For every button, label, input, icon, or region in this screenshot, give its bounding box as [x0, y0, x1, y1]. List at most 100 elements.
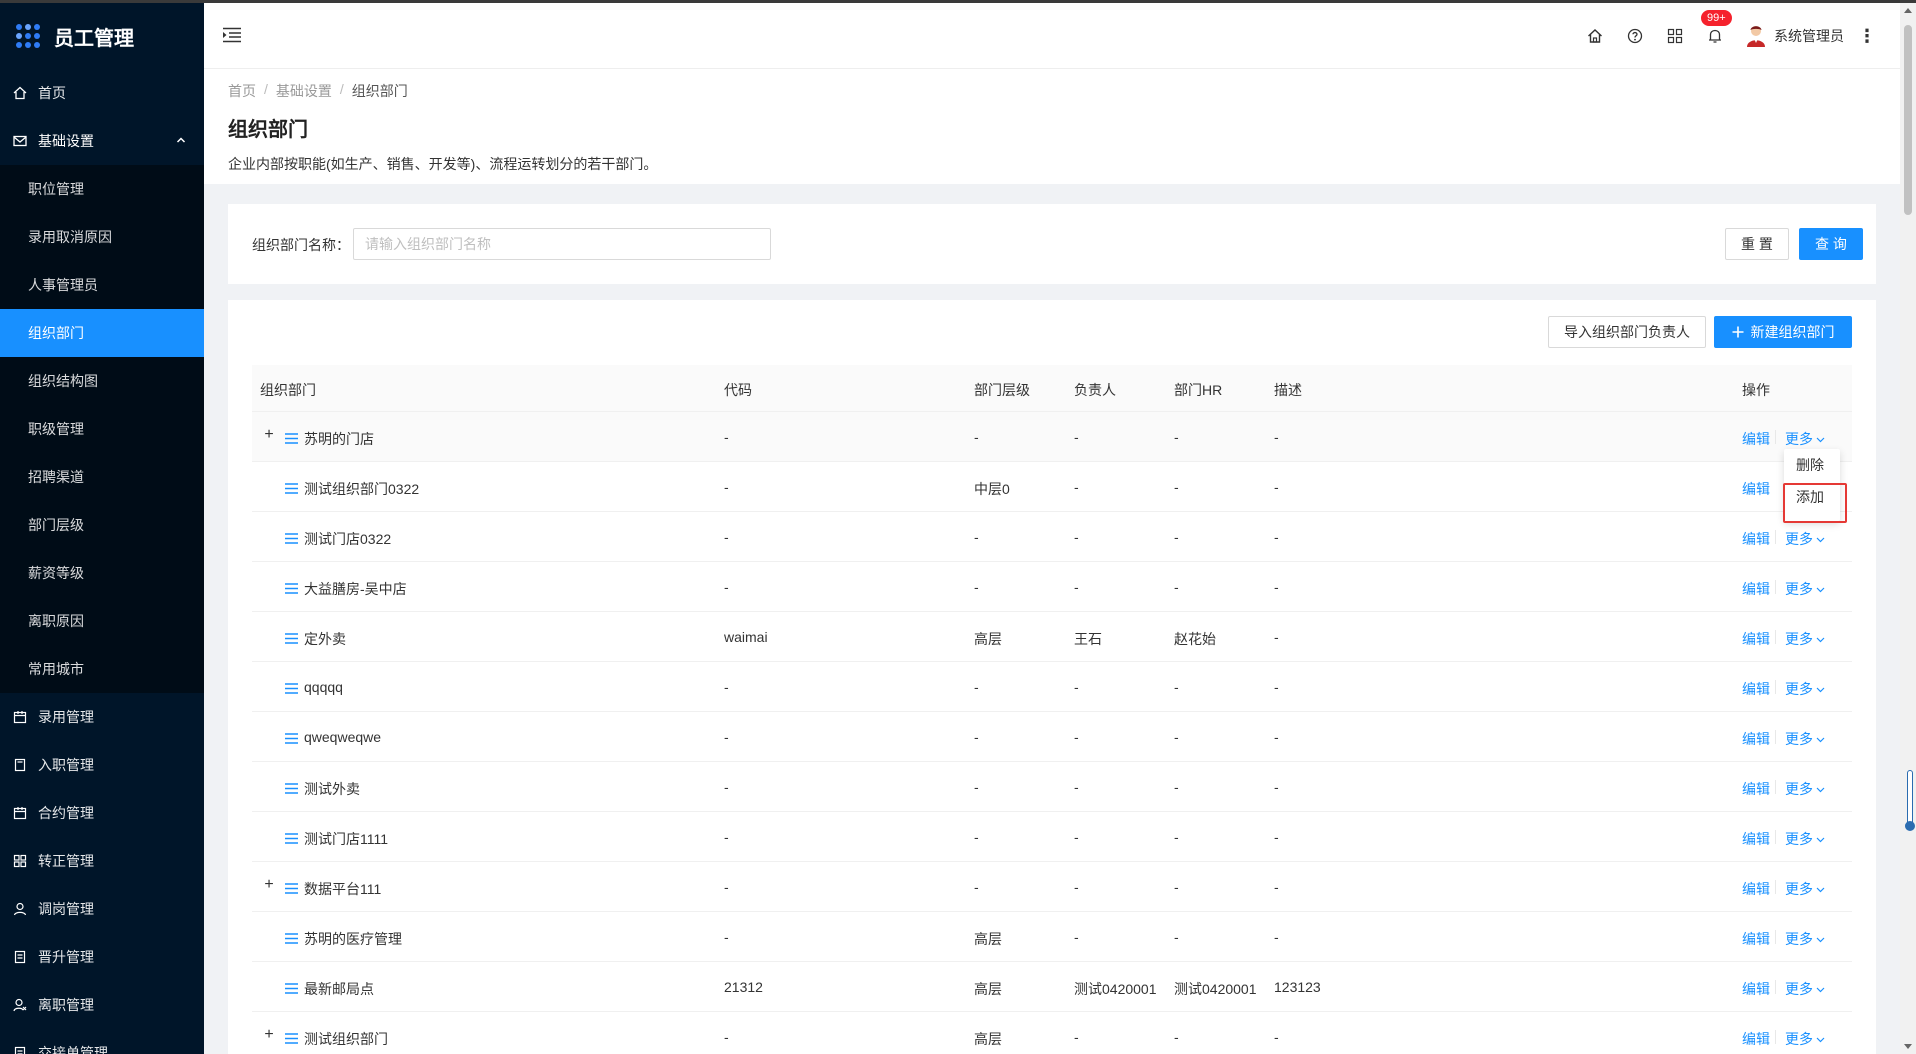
- query-button[interactable]: 查 询: [1799, 228, 1863, 260]
- more-vertical-icon[interactable]: ⋮: [1858, 26, 1876, 47]
- sidebar-subitem-dept-level[interactable]: 部门层级: [0, 501, 204, 549]
- app-logo[interactable]: 员工管理: [0, 3, 204, 69]
- search-card: 组织部门名称： 重 置 查 询: [228, 204, 1876, 284]
- sidebar-item-label: 离职管理: [38, 997, 94, 1013]
- more-link[interactable]: 更多: [1785, 629, 1825, 649]
- edit-link[interactable]: 编辑: [1742, 979, 1770, 999]
- edit-link[interactable]: 编辑: [1742, 679, 1770, 699]
- more-link[interactable]: 更多: [1785, 579, 1825, 599]
- sidebar-subitem-hr-admin[interactable]: 人事管理员: [0, 261, 204, 309]
- sidebar-item-resignation[interactable]: 离职管理: [0, 981, 204, 1029]
- import-owner-button[interactable]: 导入组织部门负责人: [1548, 316, 1706, 348]
- more-label: 更多: [1785, 931, 1813, 947]
- cell-level: -: [974, 679, 979, 695]
- sidebar-subitem-cancel-reason[interactable]: 录用取消原因: [0, 213, 204, 261]
- sidebar-subitem-recruit-channel[interactable]: 招聘渠道: [0, 453, 204, 501]
- list-icon: [285, 881, 299, 894]
- sidebar-item-contract[interactable]: 合约管理: [0, 789, 204, 837]
- cell-desc: -: [1274, 429, 1279, 445]
- edit-link[interactable]: 编辑: [1742, 729, 1770, 749]
- dropdown-item-delete[interactable]: 删除: [1784, 449, 1840, 481]
- sidebar-item-basic-settings[interactable]: 基础设置: [0, 117, 204, 165]
- sidebar-item-handover[interactable]: 交接单管理: [0, 1029, 204, 1054]
- cell-code: -: [724, 729, 729, 745]
- edit-link[interactable]: 编辑: [1742, 879, 1770, 899]
- help-icon[interactable]: [1626, 27, 1644, 45]
- vertical-scrollbar[interactable]: [1900, 3, 1916, 1054]
- column-header: 部门层级: [974, 382, 1030, 398]
- table-row: + 苏明的门店 - - - - - 编辑 更多: [252, 412, 1852, 462]
- more-link[interactable]: 更多: [1785, 679, 1825, 699]
- breadcrumb-basic-settings[interactable]: 基础设置: [276, 81, 332, 101]
- more-link[interactable]: 更多: [1785, 429, 1825, 449]
- cell-desc: -: [1274, 779, 1279, 795]
- sidebar-item-promotion[interactable]: 晋升管理: [0, 933, 204, 981]
- cell-code: -: [724, 579, 729, 595]
- edit-link[interactable]: 编辑: [1742, 429, 1770, 449]
- apps-grid-icon[interactable]: [1666, 27, 1684, 45]
- sidebar-item-transfer[interactable]: 调岗管理: [0, 885, 204, 933]
- breadcrumb-home[interactable]: 首页: [228, 81, 256, 101]
- avatar[interactable]: [1746, 25, 1766, 47]
- sidebar-subitem-city[interactable]: 常用城市: [0, 645, 204, 693]
- sidebar-subitem-rank[interactable]: 职级管理: [0, 405, 204, 453]
- edit-link[interactable]: 编辑: [1742, 579, 1770, 599]
- user-icon: [12, 901, 28, 917]
- scrollbar-thumb[interactable]: [1904, 25, 1912, 215]
- more-link[interactable]: 更多: [1785, 729, 1825, 749]
- expand-plus-icon[interactable]: +: [262, 427, 276, 443]
- sidebar-subitem-position[interactable]: 职位管理: [0, 165, 204, 213]
- menu-fold-icon[interactable]: [222, 27, 244, 45]
- edit-link[interactable]: 编辑: [1742, 479, 1770, 499]
- expand-plus-icon[interactable]: +: [262, 877, 276, 893]
- column-header: 代码: [724, 382, 752, 398]
- sidebar-item-regularization[interactable]: 转正管理: [0, 837, 204, 885]
- sidebar-subitem-salary-grade[interactable]: 薪资等级: [0, 549, 204, 597]
- cell-level: -: [974, 429, 979, 445]
- sidebar-item-home[interactable]: 首页: [0, 69, 204, 117]
- cell-level: 高层: [974, 981, 1002, 997]
- edit-link[interactable]: 编辑: [1742, 929, 1770, 949]
- reset-button[interactable]: 重 置: [1725, 228, 1789, 260]
- more-link[interactable]: 更多: [1785, 829, 1825, 849]
- cell-level: 高层: [974, 931, 1002, 947]
- sidebar-subitem-leave-reason[interactable]: 离职原因: [0, 597, 204, 645]
- edit-link[interactable]: 编辑: [1742, 1029, 1770, 1049]
- cell-hr: 赵花始: [1174, 631, 1216, 647]
- scroll-down-arrow-icon[interactable]: [1904, 1044, 1912, 1049]
- table-row: 测试组织部门0322 - 中层0 - - - 编辑: [252, 462, 1852, 512]
- sidebar-subitem-org-department[interactable]: 组织部门: [0, 309, 204, 357]
- sidebar-item-hiring[interactable]: 录用管理: [0, 693, 204, 741]
- department-name: 测试组织部门0322: [304, 481, 420, 497]
- scroll-up-arrow-icon[interactable]: [1904, 8, 1912, 13]
- sidebar-subitem-org-chart[interactable]: 组织结构图: [0, 357, 204, 405]
- cell-owner: 测试0420001: [1074, 981, 1157, 997]
- chevron-down-icon: [1813, 431, 1825, 447]
- more-link[interactable]: 更多: [1785, 779, 1825, 799]
- cell-hr: -: [1174, 929, 1179, 945]
- dropdown-item-add[interactable]: 添加: [1784, 481, 1840, 513]
- table-row: 定外卖 waimai 高层 王石 赵花始 - 编辑 更多: [252, 612, 1852, 662]
- bell-icon[interactable]: 99+: [1700, 9, 1733, 45]
- department-name: 测试门店1111: [304, 831, 389, 847]
- username[interactable]: 系统管理员: [1774, 26, 1844, 46]
- expand-plus-icon[interactable]: +: [262, 1027, 276, 1043]
- search-input[interactable]: [353, 228, 771, 260]
- cell-code: -: [724, 1029, 729, 1045]
- more-link[interactable]: 更多: [1785, 529, 1825, 549]
- cell-desc: -: [1274, 879, 1279, 895]
- new-department-button[interactable]: 新建组织部门: [1714, 316, 1852, 348]
- sidebar-item-onboarding[interactable]: 入职管理: [0, 741, 204, 789]
- more-link[interactable]: 更多: [1785, 1029, 1825, 1049]
- more-link[interactable]: 更多: [1785, 879, 1825, 899]
- more-link[interactable]: 更多: [1785, 979, 1825, 999]
- department-name: qqqqq: [304, 679, 343, 695]
- edit-link[interactable]: 编辑: [1742, 779, 1770, 799]
- cell-hr: -: [1174, 729, 1179, 745]
- cell-desc: -: [1274, 1029, 1279, 1045]
- edit-link[interactable]: 编辑: [1742, 629, 1770, 649]
- home-icon[interactable]: [1586, 27, 1604, 45]
- edit-link[interactable]: 编辑: [1742, 529, 1770, 549]
- more-link[interactable]: 更多: [1785, 929, 1825, 949]
- edit-link[interactable]: 编辑: [1742, 829, 1770, 849]
